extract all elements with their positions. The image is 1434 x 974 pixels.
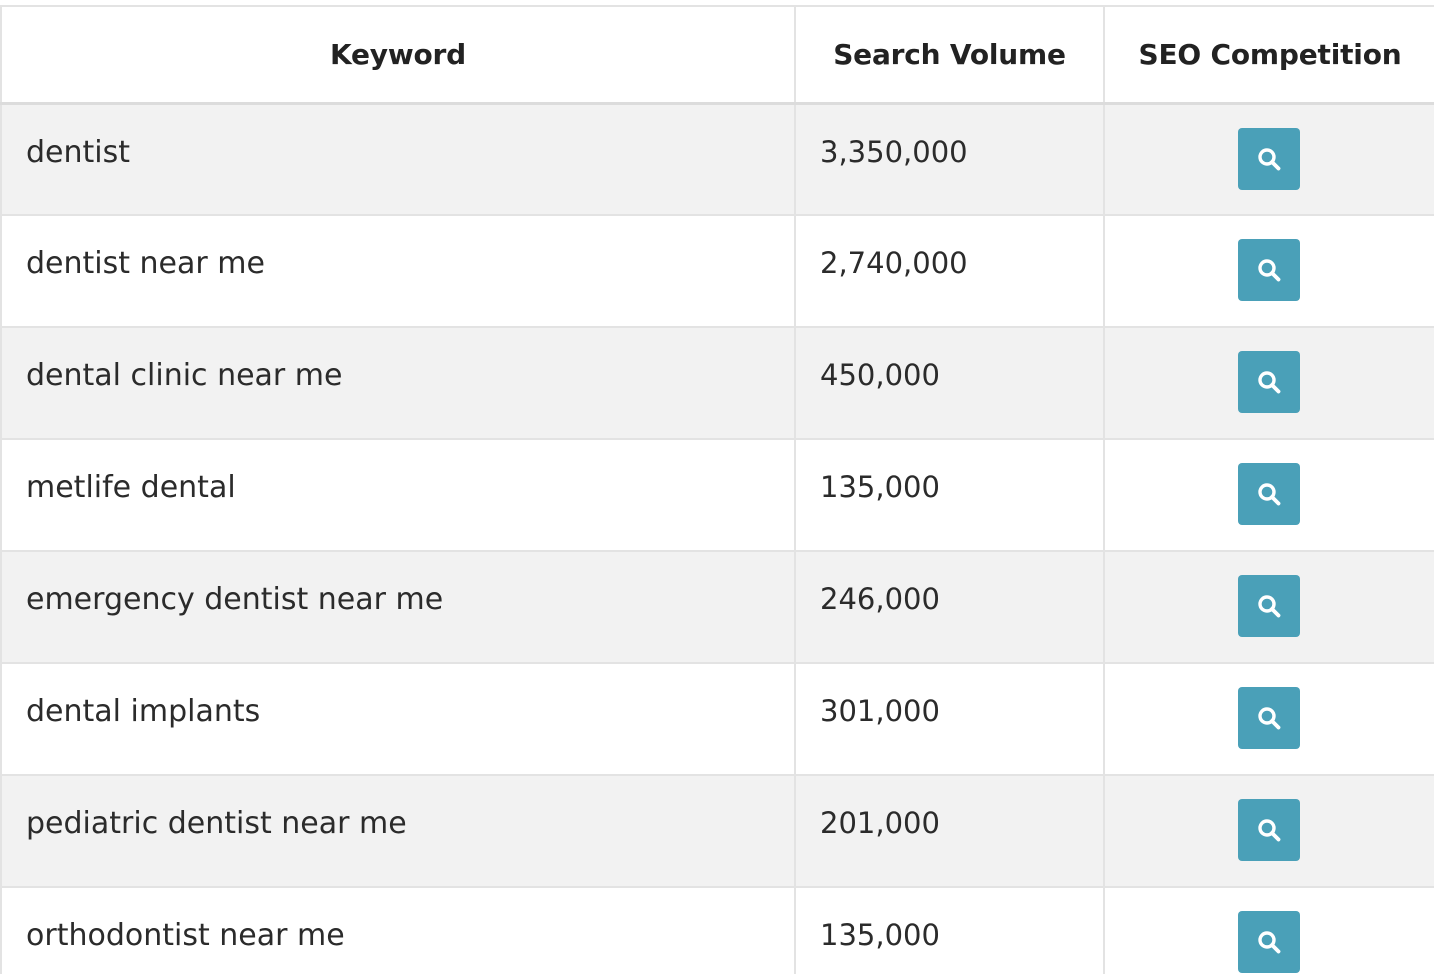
volume-cell: 301,000 [794,662,1105,776]
volume-cell: 2,740,000 [794,214,1105,328]
header-keyword: Keyword [0,5,796,105]
search-icon [1258,595,1281,618]
keyword-cell: pediatric dentist near me [0,774,796,888]
header-row: Keyword Search Volume SEO Competition [0,5,1434,105]
table-header: Keyword Search Volume SEO Competition [0,5,1434,105]
seo-cell [1103,438,1434,552]
table-row: dental clinic near me 450,000 [0,326,1434,440]
search-icon [1258,707,1281,730]
header-seo-competition: SEO Competition [1103,5,1434,105]
seo-search-button[interactable] [1238,351,1300,413]
seo-search-button[interactable] [1238,911,1300,973]
volume-cell: 246,000 [794,550,1105,664]
header-search-volume: Search Volume [794,5,1105,105]
keyword-cell: metlife dental [0,438,796,552]
table-row: emergency dentist near me 246,000 [0,550,1434,664]
search-icon [1258,483,1281,506]
seo-cell [1103,326,1434,440]
table-row: pediatric dentist near me 201,000 [0,774,1434,888]
seo-cell [1103,774,1434,888]
table-row: orthodontist near me 135,000 [0,886,1434,974]
volume-cell: 135,000 [794,438,1105,552]
keyword-cell: dental clinic near me [0,326,796,440]
keyword-cell: emergency dentist near me [0,550,796,664]
seo-cell [1103,214,1434,328]
table-row: dentist 3,350,000 [0,102,1434,216]
seo-search-button[interactable] [1238,239,1300,301]
seo-search-button[interactable] [1238,127,1300,190]
keyword-table-container: Keyword Search Volume SEO Competition de… [0,0,1434,974]
table-body: dentist 3,350,000 dentist near me 2,740,… [0,102,1434,974]
seo-search-button[interactable] [1238,799,1300,861]
volume-cell: 135,000 [794,886,1105,974]
seo-search-button[interactable] [1238,687,1300,749]
volume-cell: 3,350,000 [794,102,1105,216]
volume-cell: 450,000 [794,326,1105,440]
search-icon [1258,371,1281,394]
search-icon [1258,259,1281,282]
table-row: dental implants 301,000 [0,662,1434,776]
seo-search-button[interactable] [1238,463,1300,525]
keyword-cell: orthodontist near me [0,886,796,974]
keyword-cell: dental implants [0,662,796,776]
seo-cell [1103,550,1434,664]
keyword-table: Keyword Search Volume SEO Competition de… [0,5,1434,974]
seo-cell [1103,886,1434,974]
table-row: dentist near me 2,740,000 [0,214,1434,328]
seo-cell [1103,102,1434,216]
table-row: metlife dental 135,000 [0,438,1434,552]
volume-cell: 201,000 [794,774,1105,888]
search-icon [1258,819,1281,842]
keyword-cell: dentist near me [0,214,796,328]
search-icon [1258,147,1281,170]
seo-search-button[interactable] [1238,575,1300,637]
keyword-cell: dentist [0,102,796,216]
seo-cell [1103,662,1434,776]
search-icon [1258,931,1281,954]
